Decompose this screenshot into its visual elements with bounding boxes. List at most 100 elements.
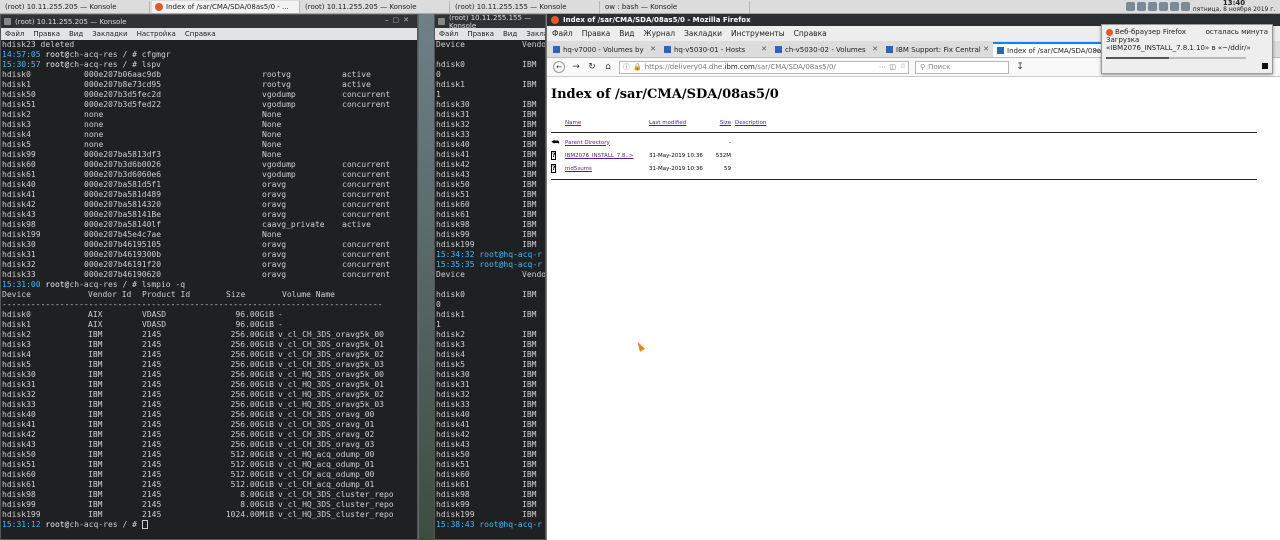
tab-1[interactable]: hq-v7000 - Volumes by ✕ <box>549 42 659 57</box>
pocket-icon[interactable]: ◫ <box>889 63 896 71</box>
terminal-line: hdisk99 IBM <box>436 230 545 240</box>
terminal-text: hdisk51 <box>436 460 470 469</box>
tray-icon[interactable] <box>1148 2 1157 11</box>
menu-item[interactable]: Настройка <box>137 30 176 38</box>
terminal-text: 14:57:05 <box>2 50 41 59</box>
terminal-text: 15:34:32 root@hq-acq-r <box>436 250 542 259</box>
konsole-window-left[interactable]: (root) 10.11.255.205 — Konsole ⎯▢✕ Файл П… <box>0 14 418 540</box>
terminal-line: hdisk4 IBM <box>436 350 545 360</box>
terminal-text: IBM <box>522 240 537 249</box>
menu-item[interactable]: Вид <box>503 30 517 38</box>
tab-5[interactable]: Index of /sar/CMA/SDA/08as ✕ <box>993 42 1103 57</box>
terminal-text: IBM <box>522 360 537 369</box>
window-titlebar[interactable]: (root) 10.11.255.205 — Konsole ⎯▢✕ <box>1 15 417 28</box>
menu-item[interactable]: Вид <box>69 30 83 38</box>
terminal-text: 2145 <box>142 330 162 339</box>
firefox-window[interactable]: Index of /sar/CMA/SDA/08as5/0 - Mozilla … <box>546 14 1280 540</box>
stop-download-button[interactable] <box>1262 63 1268 69</box>
tray-icon[interactable] <box>1181 2 1190 11</box>
menu-item[interactable]: Закладки <box>526 30 545 38</box>
task-list: (root) 10.11.255.205 — Konsole Index of /… <box>0 0 750 540</box>
back-button[interactable]: ← <box>553 61 565 73</box>
terminal-text: hdisk32 <box>436 390 470 399</box>
parent-directory-link[interactable]: Parent Directory <box>565 140 649 146</box>
terminal-line: 15:38:43 root@hq-acq-r <box>436 520 545 530</box>
close-tab-icon[interactable]: ✕ <box>1094 47 1100 55</box>
taskbar-item[interactable]: (root) 10.11.255.205 — Konsole <box>302 0 450 540</box>
terminal-text: hdisk99 <box>2 500 36 509</box>
reload-button[interactable]: ↻ <box>587 62 597 72</box>
taskbar-item[interactable]: Index of /sar/CMA/SDA/08as5/0 - ... <box>152 0 300 13</box>
tab-3[interactable]: ch-v5030-02 - Volumes ✕ <box>771 42 881 57</box>
terminal-line: hdisk4 none None <box>2 130 417 140</box>
menu-item[interactable]: Вид <box>619 29 634 38</box>
terminal-text: IBM <box>88 420 103 429</box>
tray-icon[interactable] <box>1159 2 1168 11</box>
menu-item[interactable]: Журнал <box>644 29 676 38</box>
menu-item[interactable]: Инструменты <box>731 29 785 38</box>
tab-4[interactable]: IBM Support: Fix Central ✕ <box>882 42 992 57</box>
terminal-text: / # <box>117 280 142 289</box>
terminal-line: hdisk50 IBM <box>436 180 545 190</box>
menu-item[interactable]: Правка <box>467 30 494 38</box>
terminal-text: hdisk4 <box>2 130 31 139</box>
menu-item[interactable]: Правка <box>582 29 611 38</box>
window-controls[interactable]: ⎯▢✕ <box>385 16 413 25</box>
sort-name-link[interactable]: Name <box>565 120 649 126</box>
tray-icon[interactable] <box>1126 2 1135 11</box>
terminal-text: IBM <box>522 210 537 219</box>
terminal-line: hdisk40 IBM <box>436 410 545 420</box>
menu-item[interactable]: Файл <box>552 29 573 38</box>
menu-item[interactable]: Правка <box>33 30 60 38</box>
terminal-output[interactable]: Device Vendo hdisk0 IBM 0 hdisk1 IBM 1 hdisk30 IB… <box>435 40 545 530</box>
file-icon-cell: ? <box>551 150 565 160</box>
taskbar-item[interactable]: (root) 10.11.255.205 — Konsole <box>2 0 150 540</box>
terminal-text: IBM <box>522 510 537 519</box>
close-tab-icon[interactable]: ✕ <box>983 45 989 53</box>
menu-item[interactable]: Справка <box>794 29 827 38</box>
close-tab-icon[interactable]: ✕ <box>650 45 656 53</box>
page-actions-icon[interactable]: ⋯ <box>879 63 886 71</box>
site-info-icon[interactable]: ⓘ <box>623 62 630 72</box>
terminal-output[interactable]: hdisk23 deleted 14:57:05 root@ch-acq-res … <box>1 40 417 530</box>
menu-item[interactable]: Закладки <box>684 29 722 38</box>
download-notification[interactable]: Веб-браузер Firefox осталась минута Загр… <box>1101 24 1273 74</box>
menu-item[interactable]: Справка <box>185 30 216 38</box>
clock[interactable]: 13:40 пятница, 8 ноября 2019 г. <box>1192 0 1276 13</box>
terminal-line: hdisk199 IBM <box>436 510 545 520</box>
close-tab-icon[interactable]: ✕ <box>761 45 767 53</box>
sort-size-link[interactable]: Size <box>715 120 735 126</box>
terminal-text: 2145 <box>142 370 162 379</box>
close-tab-icon[interactable]: ✕ <box>872 45 878 53</box>
tray-icon[interactable] <box>1170 2 1179 11</box>
downloads-icon[interactable]: ↧ <box>1015 62 1025 72</box>
url-text: https://delivery04.dhe.ibm.com/sar/CMA/S… <box>645 63 836 71</box>
search-input[interactable]: ⚲ Поиск <box>915 60 1009 74</box>
file-link[interactable]: IBM2076_INSTALL_7.8..> <box>565 153 649 159</box>
terminal-text: v_cl_HQ_3DS_cluster_repo <box>278 510 394 519</box>
window-title: Index of /sar/CMA/SDA/08as5/0 - Mozilla … <box>563 16 751 24</box>
bookmark-star-icon[interactable]: ☆ <box>900 62 906 70</box>
file-link[interactable]: md5sums <box>565 166 649 172</box>
terminal-text: vgodump <box>262 100 296 109</box>
sort-description-link[interactable]: Description <box>735 120 775 126</box>
tab-2[interactable]: hq-v5030-01 - Hosts ✕ <box>660 42 770 57</box>
menu-item[interactable]: Файл <box>439 30 458 38</box>
menu-item[interactable]: Файл <box>5 30 24 38</box>
url-bar[interactable]: ⓘ 🔒 https://delivery04.dhe.ibm.com/sar/C… <box>619 60 909 74</box>
forward-button[interactable]: → <box>571 62 581 72</box>
lock-icon: 🔒 <box>633 63 642 71</box>
terminal-line: hdisk60 IBM 2145 512.00GiB v_cl_CH_acq_odump… <box>2 470 417 480</box>
sort-modified-link[interactable]: Last modified <box>649 120 715 126</box>
terminal-line: hdisk50 IBM <box>436 450 545 460</box>
taskbar-item[interactable]: ow : bash — Konsole <box>602 0 750 540</box>
window-titlebar[interactable]: (root) 10.11.255.155 — Konsole <box>435 15 545 30</box>
konsole-window-right[interactable]: (root) 10.11.255.155 — Konsole Файл Правк… <box>434 14 546 540</box>
terminal-text: 256.00GiB <box>230 410 274 419</box>
home-button[interactable]: ⌂ <box>603 62 613 72</box>
taskbar-item[interactable]: (root) 10.11.255.155 — Konsole <box>452 0 600 540</box>
tray-icon[interactable] <box>1137 2 1146 11</box>
menu-item[interactable]: Закладки <box>92 30 127 38</box>
terminal-text: 0 <box>436 70 441 79</box>
